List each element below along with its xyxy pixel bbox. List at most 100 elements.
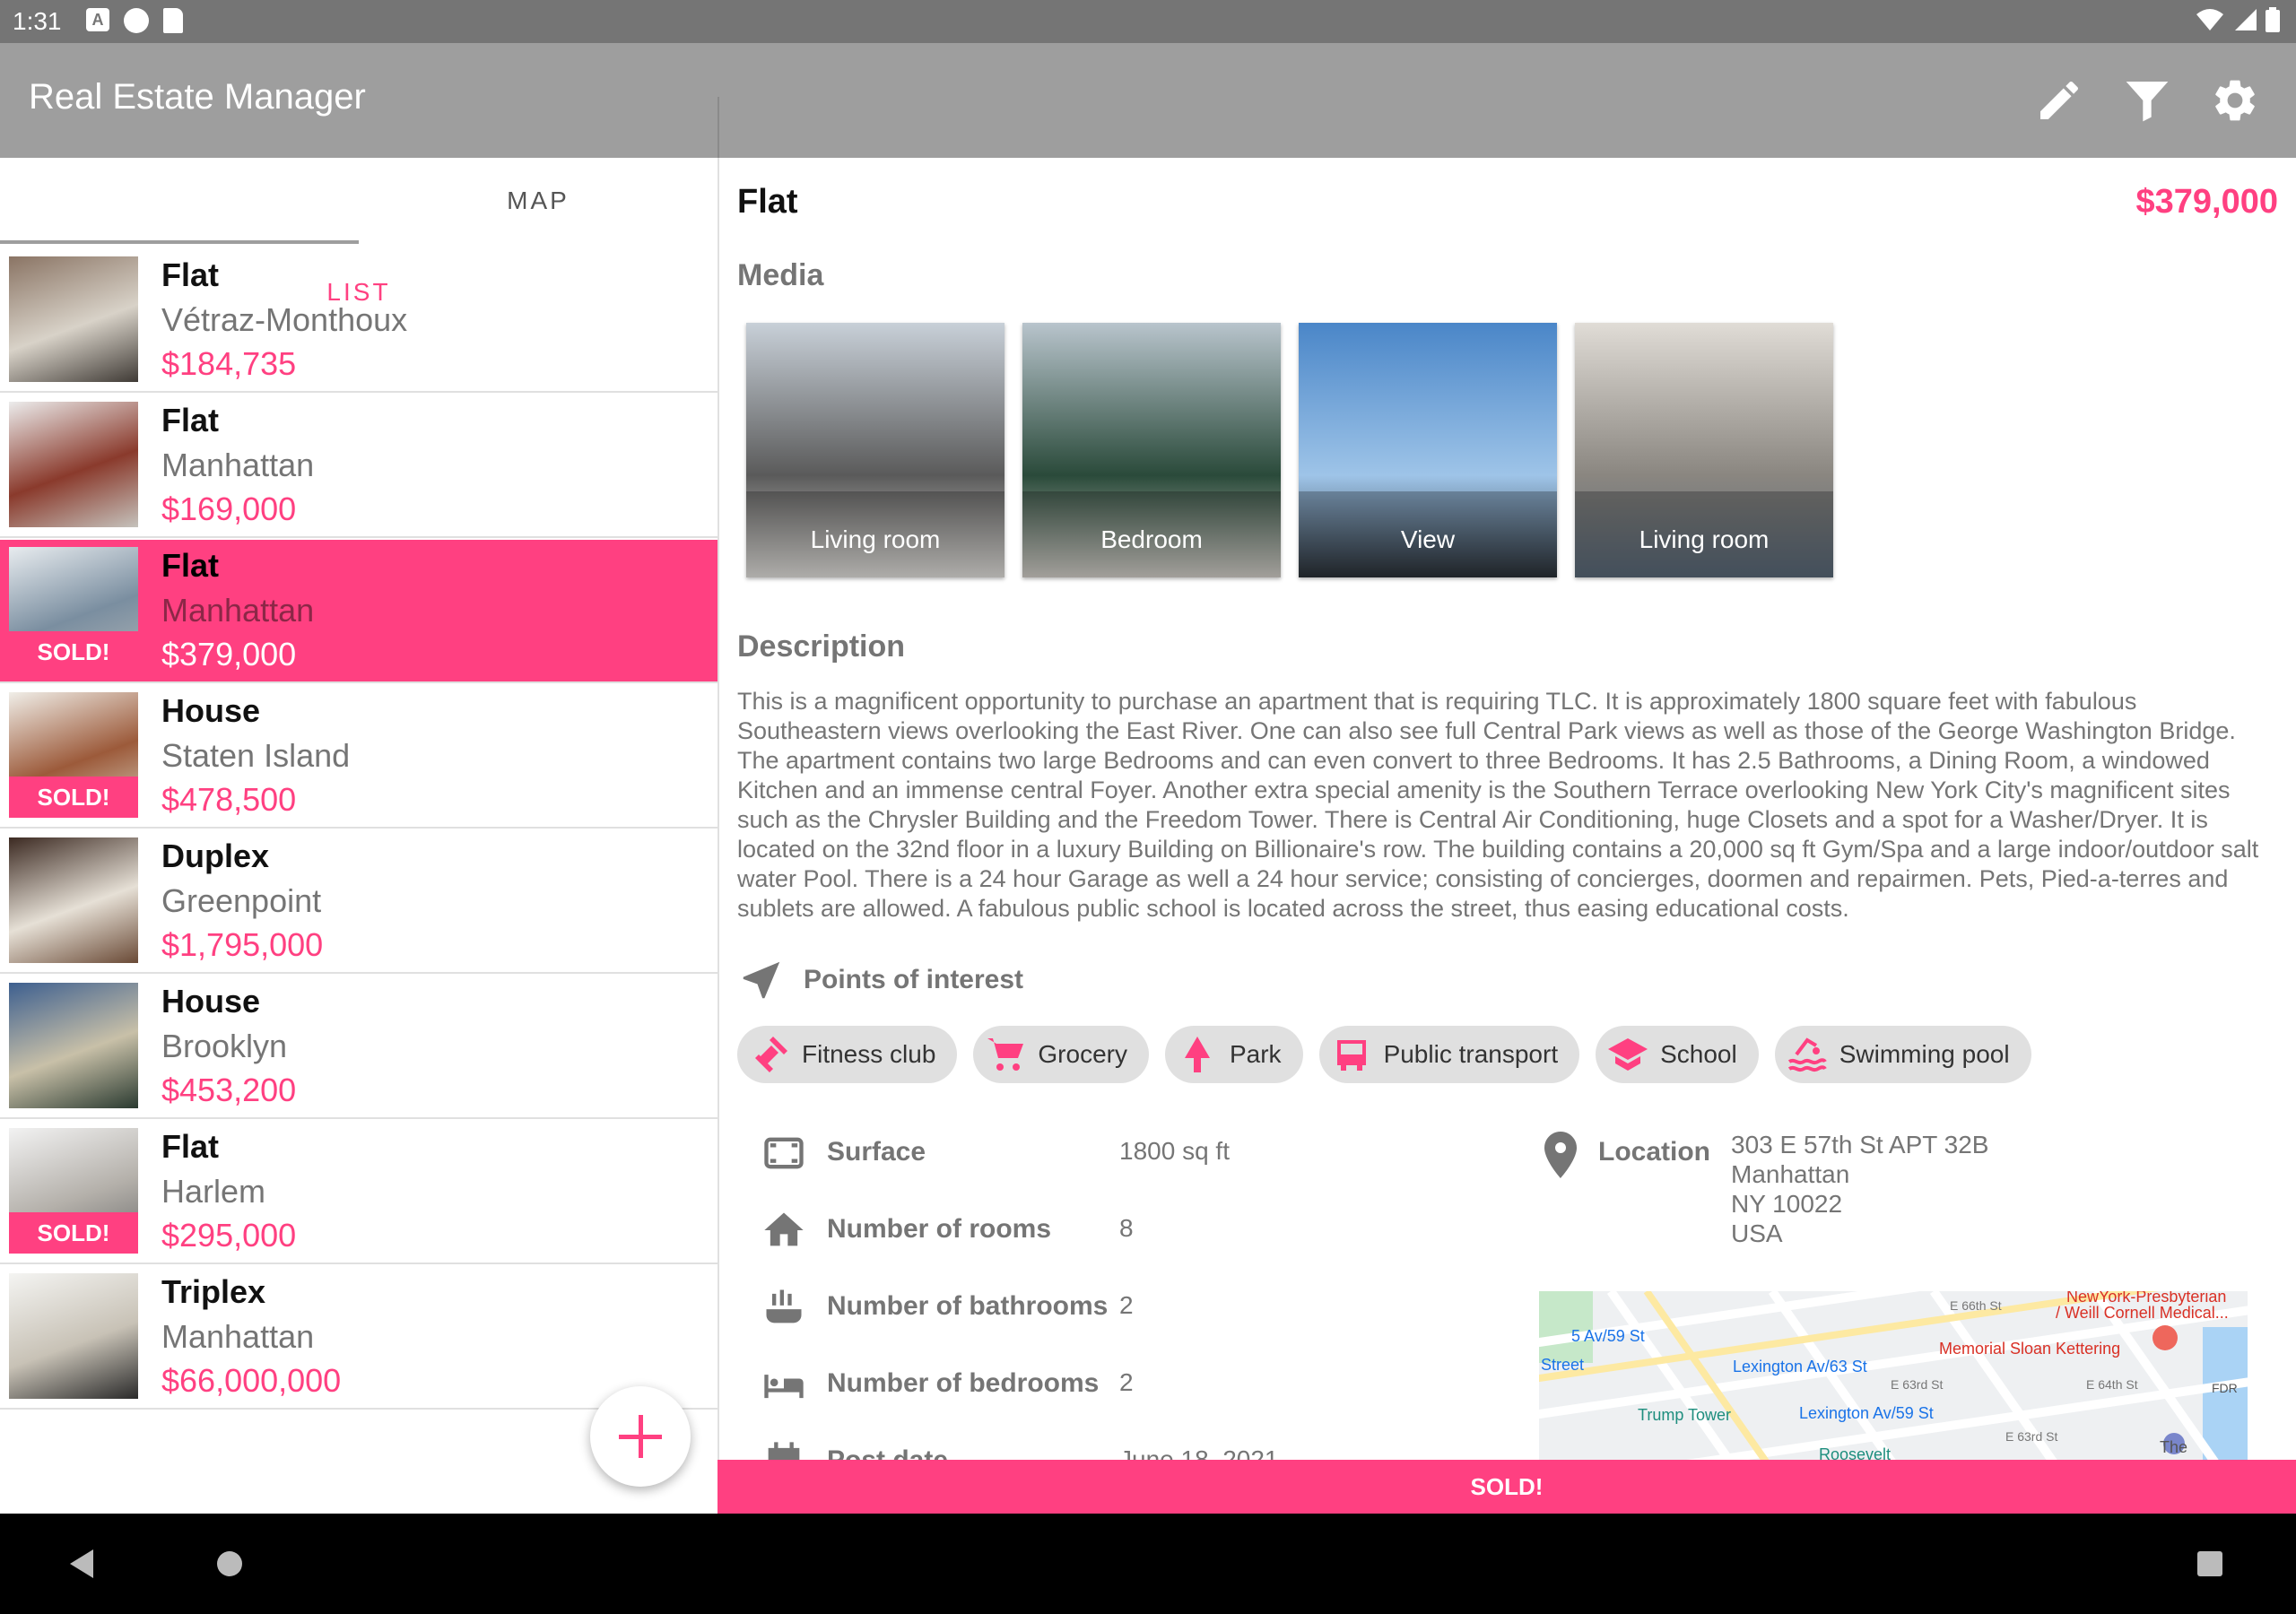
- p-icon: [124, 8, 149, 33]
- map-label-street-a: E 66th St: [1950, 1298, 2002, 1313]
- listing-price: $478,500: [161, 781, 297, 818]
- poi-chip[interactable]: Fitness club: [737, 1026, 958, 1083]
- listing-row[interactable]: House Brooklyn $453,200: [0, 976, 718, 1119]
- media-gallery: Living room Bedroom View Living room: [746, 323, 1833, 577]
- info-key: Number of bedrooms: [827, 1368, 1100, 1398]
- filter-icon[interactable]: [2122, 75, 2172, 126]
- listing-row[interactable]: Flat Manhattan $169,000: [0, 395, 718, 538]
- edit-icon[interactable]: [2034, 75, 2084, 126]
- settings-icon[interactable]: [2210, 75, 2260, 126]
- address-line: USA: [1731, 1219, 1783, 1247]
- media-item[interactable]: View: [1299, 323, 1557, 577]
- navigation-bar: [0, 1514, 2296, 1614]
- listing-price: $169,000: [161, 490, 297, 527]
- location-address: 303 E 57th St APT 32B Manhattan NY 10022…: [1731, 1130, 1988, 1248]
- school-icon: [1608, 1038, 1648, 1071]
- map-label-weill: / Weill Cornell Medical...: [2056, 1304, 2229, 1322]
- poi-label: Grocery: [1038, 1040, 1127, 1068]
- signal-icon: [2235, 9, 2257, 30]
- map-label-trump-tower: Trump Tower: [1638, 1406, 1732, 1424]
- poi-chips: Fitness club Grocery Park Public transport S…: [737, 1026, 2031, 1083]
- info-value: 8: [1119, 1214, 1134, 1242]
- info-value: 2: [1119, 1368, 1134, 1396]
- description-text: This is a magnificent opportunity to pur…: [737, 688, 2259, 922]
- listing-city: Vétraz-Monthoux: [161, 301, 408, 338]
- map-label-lex63: Lexington Av/63 St: [1733, 1358, 1867, 1375]
- location-map[interactable]: 5 Av/59 St Street Lexington Av/63 St Tru…: [1539, 1291, 2248, 1460]
- listing-row[interactable]: SOLD! Flat Manhattan $379,000: [0, 540, 718, 683]
- poi-chip[interactable]: Park: [1164, 1026, 1303, 1083]
- info-key: Post date: [827, 1445, 948, 1460]
- listing-city: Manhattan: [161, 1318, 315, 1355]
- home-icon[interactable]: [217, 1551, 242, 1576]
- home-icon: [764, 1212, 804, 1246]
- listing-row[interactable]: SOLD! Flat Harlem $295,000: [0, 1121, 718, 1264]
- poi-chip[interactable]: Swimming pool: [1774, 1026, 2031, 1083]
- media-item[interactable]: Living room: [1575, 323, 1833, 577]
- sold-badge: SOLD!: [9, 1212, 138, 1254]
- sold-badge: SOLD!: [9, 777, 138, 818]
- listing-price: $184,735: [161, 345, 297, 382]
- listing-photo: SOLD!: [9, 547, 138, 672]
- map-label-street-c: E 64th St: [2086, 1377, 2138, 1392]
- poi-label: Fitness club: [802, 1040, 936, 1068]
- poi-chip[interactable]: School: [1596, 1026, 1759, 1083]
- location-pin-icon: [1544, 1132, 1577, 1178]
- cart-icon: [987, 1038, 1024, 1071]
- listing-type: House: [161, 983, 261, 1020]
- recents-icon[interactable]: [2197, 1551, 2222, 1576]
- list-panel: LIST MAP Flat Vétraz-Monthoux $184,735 Flat…: [0, 158, 718, 1514]
- listing-city: Manhattan: [161, 447, 315, 483]
- status-bar: 1:31 A: [0, 0, 2296, 43]
- media-title: Media: [737, 258, 824, 292]
- map-label-roosevelt: Roosevelt: [1819, 1445, 1892, 1460]
- bed-icon: [764, 1375, 804, 1399]
- poi-chip[interactable]: Grocery: [973, 1026, 1149, 1083]
- dumbbell-icon: [755, 1037, 787, 1072]
- poi-label: Swimming pool: [1839, 1040, 2010, 1068]
- media-item[interactable]: Living room: [746, 323, 1004, 577]
- tab-map[interactable]: MAP: [359, 158, 718, 244]
- listing-type: Flat: [161, 256, 220, 293]
- wifi-icon: [2196, 9, 2223, 30]
- listing-row[interactable]: SOLD! House Staten Island $478,500: [0, 685, 718, 829]
- listing-row[interactable]: Flat Vétraz-Monthoux $184,735: [0, 249, 718, 393]
- info-row: Number of rooms 8: [761, 1203, 1299, 1257]
- detail-type: Flat: [737, 183, 798, 221]
- listing-price: $66,000,000: [161, 1362, 342, 1399]
- sold-bar[interactable]: SOLD!: [718, 1460, 2296, 1514]
- listing-photo: [9, 1273, 138, 1399]
- poi-label: School: [1660, 1040, 1737, 1068]
- info-key: Number of rooms: [827, 1214, 1052, 1244]
- add-button[interactable]: [590, 1386, 691, 1487]
- info-row: Post date June 18, 2021: [761, 1435, 1299, 1460]
- back-icon[interactable]: [70, 1549, 93, 1578]
- listing-price: $1,795,000: [161, 926, 324, 963]
- poi-label: Public transport: [1383, 1040, 1559, 1068]
- info-value: 2: [1119, 1291, 1134, 1319]
- surface-icon: [764, 1137, 804, 1169]
- poi-chip[interactable]: Public transport: [1318, 1026, 1580, 1083]
- battery-icon: [2266, 7, 2280, 32]
- tree-icon: [1184, 1037, 1210, 1072]
- appbar-divider: [718, 97, 719, 158]
- sd-card-icon: [163, 8, 183, 33]
- app-bar: Real Estate Manager: [0, 43, 2296, 158]
- map-label-fdr: FDR: [2212, 1381, 2238, 1395]
- listing-photo: SOLD!: [9, 1128, 138, 1254]
- poi-header: Points of interest: [737, 956, 1023, 1004]
- address-line: NY 10022: [1731, 1190, 1843, 1218]
- media-item[interactable]: Bedroom: [1022, 323, 1281, 577]
- listing-price: $453,200: [161, 1072, 297, 1108]
- info-row: Surface 1800 sq ft: [761, 1126, 1299, 1180]
- map-label-lex59: Lexington Av/59 St: [1799, 1404, 1934, 1422]
- info-row: Number of bathrooms 2: [761, 1280, 1299, 1334]
- listing-city: Harlem: [161, 1173, 266, 1210]
- bathtub-icon: [766, 1289, 802, 1323]
- listing-row[interactable]: Duplex Greenpoint $1,795,000: [0, 830, 718, 974]
- poi-title: Points of interest: [804, 965, 1024, 994]
- listing-photo: [9, 837, 138, 963]
- detail-panel: Flat $379,000 Media Living room Bedroom Vi…: [718, 158, 2296, 1460]
- map-label-sloan: Memorial Sloan Kettering: [1939, 1340, 2121, 1358]
- map-label-street-b: E 63rd St: [1891, 1377, 1944, 1392]
